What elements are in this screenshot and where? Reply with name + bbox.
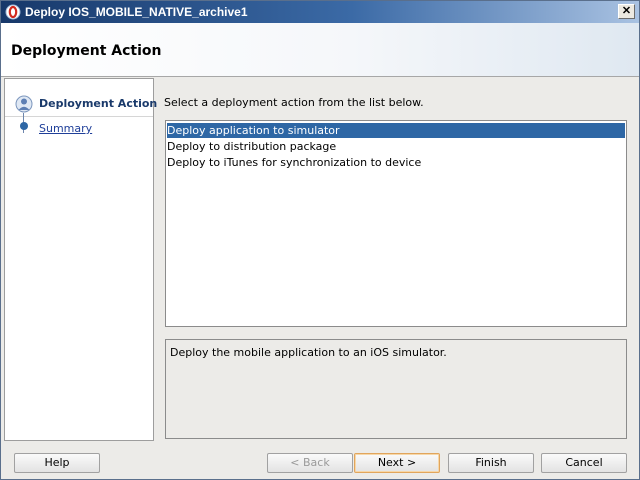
oracle-app-icon	[5, 4, 21, 20]
window-title: Deploy IOS_MOBILE_NATIVE_archive1	[25, 5, 248, 19]
description-text: Deploy the mobile application to an iOS …	[170, 346, 447, 359]
help-button[interactable]: Help	[14, 453, 100, 473]
step-deployment-action[interactable]: Deployment Action	[5, 92, 157, 117]
step-navigator: Deployment Action Summary	[4, 78, 157, 441]
step-label: Summary	[39, 122, 93, 135]
back-button-label: < Back	[290, 456, 330, 469]
description-panel: Deploy the mobile application to an iOS …	[165, 339, 627, 439]
instruction-text: Select a deployment action from the list…	[164, 96, 424, 109]
step-label: Deployment Action	[39, 97, 158, 110]
next-button-label: Next >	[377, 456, 417, 469]
next-button[interactable]: Next >	[354, 453, 440, 473]
close-icon: ✕	[621, 5, 632, 17]
deploy-dialog: Deploy IOS_MOBILE_NATIVE_archive1 ✕ Depl…	[0, 0, 640, 480]
title-bar: Deploy IOS_MOBILE_NATIVE_archive1 ✕	[1, 1, 639, 23]
cancel-button[interactable]: Cancel	[541, 453, 627, 473]
help-button-label: Help	[44, 456, 70, 469]
deployment-action-list[interactable]: Deploy application to simulator Deploy t…	[165, 120, 627, 327]
back-button[interactable]: < Back	[267, 453, 353, 473]
list-item[interactable]: Deploy to distribution package	[167, 139, 625, 154]
finish-button[interactable]: Finish	[448, 453, 534, 473]
close-button[interactable]: ✕	[618, 4, 635, 19]
step-summary[interactable]: Summary	[5, 117, 153, 141]
list-item[interactable]: Deploy application to simulator	[167, 123, 625, 138]
list-item-label: Deploy to distribution package	[167, 140, 337, 153]
current-step-icon	[15, 95, 33, 113]
page-header: Deployment Action	[1, 23, 639, 77]
list-item-label: Deploy to iTunes for synchronization to …	[167, 156, 422, 169]
list-item-label: Deploy application to simulator	[167, 124, 340, 137]
cancel-button-label: Cancel	[565, 456, 603, 469]
finish-button-label: Finish	[475, 456, 507, 469]
step-dot-icon	[20, 122, 28, 130]
page-title: Deployment Action	[11, 43, 162, 59]
list-item[interactable]: Deploy to iTunes for synchronization to …	[167, 155, 625, 170]
